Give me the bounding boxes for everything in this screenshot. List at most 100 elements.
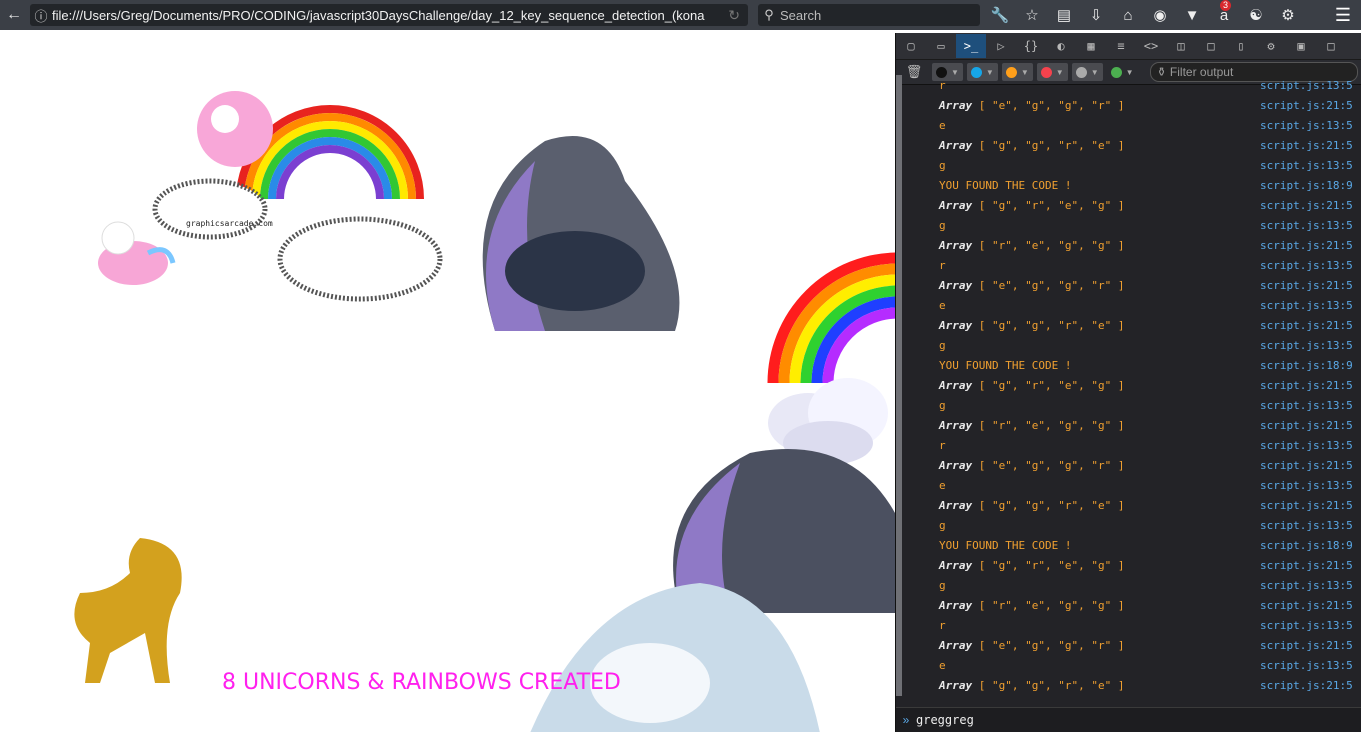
console-array-message: Array [ "g", "r", "e", "g" ]	[939, 559, 1124, 572]
reading-list-icon[interactable]: ▤	[1052, 3, 1076, 27]
console-key-message: e	[939, 658, 946, 672]
responsive-icon[interactable]: ▭	[926, 34, 956, 58]
search-icon: ⚲	[764, 7, 774, 22]
source-link[interactable]: script.js:21:5	[1260, 419, 1353, 432]
source-link[interactable]: script.js:21:5	[1260, 199, 1353, 212]
pink-unicorn-image	[98, 221, 176, 285]
source-link[interactable]: script.js:13:5	[1260, 79, 1353, 92]
chevron-right-icon: »	[902, 713, 910, 727]
array-items: [ "g", "g", "r", "e" ]	[972, 498, 1125, 512]
debugger-icon[interactable]: ▷	[986, 34, 1016, 58]
dock-icon[interactable]: ▣	[1286, 34, 1316, 58]
console-array-message: Array [ "e", "g", "g", "r" ]	[939, 459, 1124, 472]
console-array-message: Array [ "g", "g", "r", "e" ]	[939, 319, 1124, 332]
devtools-tabs: ▢ ▭ >_ ▷ {} ◐ ▦ ≡ <> ◫ □ ▯ ⚙ ▣ □	[896, 33, 1361, 60]
back-arrow-icon[interactable]: ←	[0, 1, 28, 29]
search-input[interactable]: ⚲ Search	[758, 4, 980, 26]
source-link[interactable]: script.js:13:5	[1260, 259, 1353, 272]
source-link[interactable]: script.js:21:5	[1260, 499, 1353, 512]
globe-icon[interactable]: ◉	[1148, 3, 1172, 27]
array-keyword[interactable]: Array	[939, 319, 972, 332]
glitter-rainbow-image	[152, 91, 443, 302]
performance-icon[interactable]: ◐	[1046, 34, 1076, 58]
url-bar[interactable]: ⓘ file:///Users/Greg/Documents/PRO/CODIN…	[30, 4, 748, 26]
source-link[interactable]: script.js:21:5	[1260, 679, 1353, 692]
console-row: Array [ "g", "g", "r", "e" ] script.js:21…	[902, 675, 1361, 695]
source-link[interactable]: script.js:21:5	[1260, 239, 1353, 252]
console-input[interactable]: » greggreg	[896, 707, 1361, 732]
console-found-message: YOU FOUND THE CODE !	[939, 358, 1072, 372]
console-output[interactable]: r script.js:13:5 Array [ "e", "g", "g", "r…	[896, 75, 1361, 696]
array-keyword[interactable]: Array	[939, 559, 972, 572]
console-array-message: Array [ "g", "r", "e", "g" ]	[939, 199, 1124, 212]
source-link[interactable]: script.js:21:5	[1260, 379, 1353, 392]
info-icon[interactable]: ⓘ	[30, 6, 52, 25]
array-keyword[interactable]: Array	[939, 99, 972, 112]
star-icon[interactable]: ☆	[1020, 3, 1044, 27]
source-link[interactable]: script.js:13:5	[1260, 299, 1353, 312]
console-array-message: Array [ "g", "g", "r", "e" ]	[939, 139, 1124, 152]
console-row: Array [ "r", "e", "g", "g" ] script.js:21…	[902, 415, 1361, 435]
array-keyword[interactable]: Array	[939, 639, 972, 652]
source-link[interactable]: script.js:13:5	[1260, 579, 1353, 592]
source-link[interactable]: script.js:13:5	[1260, 519, 1353, 532]
source-link[interactable]: script.js:13:5	[1260, 339, 1353, 352]
source-link[interactable]: script.js:18:9	[1260, 539, 1353, 552]
array-keyword[interactable]: Array	[939, 599, 972, 612]
console-row: Array [ "g", "r", "e", "g" ] script.js:21…	[902, 195, 1361, 215]
source-link[interactable]: script.js:13:5	[1260, 439, 1353, 452]
array-keyword[interactable]: Array	[939, 459, 972, 472]
source-link[interactable]: script.js:13:5	[1260, 479, 1353, 492]
source-link[interactable]: script.js:13:5	[1260, 159, 1353, 172]
source-link[interactable]: script.js:21:5	[1260, 639, 1353, 652]
pocket-icon[interactable]: ▼	[1180, 3, 1204, 27]
code-icon[interactable]: <>	[1136, 34, 1166, 58]
style-editor-icon[interactable]: {}	[1016, 34, 1046, 58]
source-link[interactable]: script.js:21:5	[1260, 99, 1353, 112]
source-link[interactable]: script.js:13:5	[1260, 219, 1353, 232]
memory-icon[interactable]: ▦	[1076, 34, 1106, 58]
inspector-icon[interactable]: ▢	[896, 34, 926, 58]
source-link[interactable]: script.js:21:5	[1260, 459, 1353, 472]
home-icon[interactable]: ⌂	[1116, 3, 1140, 27]
network-icon[interactable]: ≡	[1106, 34, 1136, 58]
array-keyword[interactable]: Array	[939, 379, 972, 392]
caption-text: 8 UNICORNS & RAINBOWS CREATED	[222, 670, 621, 695]
addon-icon[interactable]: ⚙	[1276, 3, 1300, 27]
source-link[interactable]: script.js:13:5	[1260, 659, 1353, 672]
source-link[interactable]: script.js:21:5	[1260, 599, 1353, 612]
console-row: r script.js:13:5	[902, 255, 1361, 275]
source-link[interactable]: script.js:21:5	[1260, 279, 1353, 292]
wrench-icon[interactable]: 🔧	[988, 3, 1012, 27]
console-row: g script.js:13:5	[902, 395, 1361, 415]
layout-icon[interactable]: ◫	[1166, 34, 1196, 58]
undock-icon[interactable]: □	[1316, 34, 1346, 58]
array-keyword[interactable]: Array	[939, 139, 972, 152]
browser-toolbar: ← ⓘ file:///Users/Greg/Documents/PRO/COD…	[0, 0, 1361, 30]
source-link[interactable]: script.js:21:5	[1260, 559, 1353, 572]
source-link[interactable]: script.js:21:5	[1260, 319, 1353, 332]
reload-icon[interactable]: ↻	[728, 7, 740, 24]
download-icon[interactable]: ⇩	[1084, 3, 1108, 27]
source-link[interactable]: script.js:13:5	[1260, 119, 1353, 132]
console-row: g script.js:13:5	[902, 515, 1361, 535]
device-icon[interactable]: ▯	[1226, 34, 1256, 58]
console-array-message: Array [ "e", "g", "g", "r" ]	[939, 279, 1124, 292]
array-keyword[interactable]: Array	[939, 419, 972, 432]
split-console-icon[interactable]: □	[1196, 34, 1226, 58]
source-link[interactable]: script.js:18:9	[1260, 359, 1353, 372]
array-items: [ "e", "g", "g", "r" ]	[972, 278, 1125, 292]
array-keyword[interactable]: Array	[939, 279, 972, 292]
console-tab-icon[interactable]: >_	[956, 34, 986, 58]
source-link[interactable]: script.js:13:5	[1260, 399, 1353, 412]
array-keyword[interactable]: Array	[939, 499, 972, 512]
source-link[interactable]: script.js:21:5	[1260, 139, 1353, 152]
source-link[interactable]: script.js:13:5	[1260, 619, 1353, 632]
extension-icon[interactable]: ☯	[1244, 3, 1268, 27]
array-keyword[interactable]: Array	[939, 239, 972, 252]
array-keyword[interactable]: Array	[939, 199, 972, 212]
settings-gear-icon[interactable]: ⚙	[1256, 34, 1286, 58]
array-keyword[interactable]: Array	[939, 679, 972, 692]
source-link[interactable]: script.js:18:9	[1260, 179, 1353, 192]
hamburger-menu-icon[interactable]: ☰	[1325, 0, 1361, 30]
